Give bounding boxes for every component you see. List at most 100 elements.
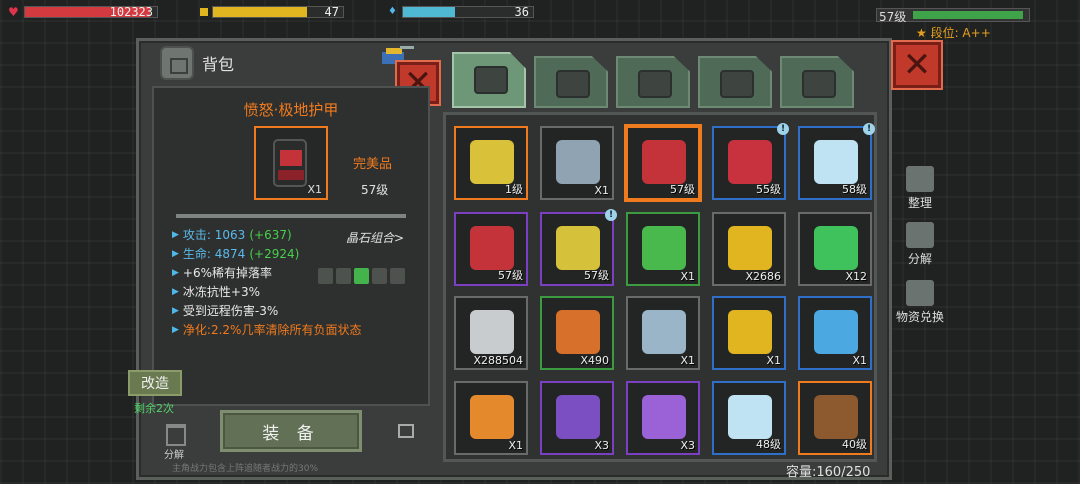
set-piece-icon bbox=[372, 268, 387, 284]
tab-misc[interactable] bbox=[780, 56, 854, 108]
sort-icon bbox=[906, 166, 934, 192]
inventory-slot[interactable]: X490 bbox=[540, 296, 614, 370]
inventory-slot[interactable]: X1 bbox=[540, 126, 614, 200]
inventory-slot[interactable]: 57级 bbox=[626, 126, 700, 200]
inventory-slot[interactable]: X1 bbox=[712, 296, 786, 370]
inventory-slot[interactable]: 57级! bbox=[540, 209, 617, 286]
set-pieces bbox=[318, 268, 405, 284]
capacity: 容量:160/250 bbox=[786, 465, 871, 480]
tab-material[interactable] bbox=[616, 56, 690, 108]
close-icon: ✕ bbox=[902, 45, 932, 85]
blade-icon bbox=[814, 140, 858, 184]
inventory-slot[interactable]: X1 bbox=[626, 296, 700, 370]
slot-count: X490 bbox=[580, 354, 609, 367]
slot-count: X288504 bbox=[473, 354, 523, 367]
rifle-icon bbox=[814, 395, 858, 439]
dismantle-icon bbox=[906, 222, 934, 248]
set-piece-icon bbox=[336, 268, 351, 284]
inventory-slot[interactable]: X1 bbox=[626, 212, 700, 286]
shield-bar: ♦ 36 bbox=[388, 5, 534, 19]
slot-count: 58级 bbox=[842, 183, 867, 196]
hp-bar-track: 102323 bbox=[24, 5, 158, 19]
inventory-slot[interactable]: 55级! bbox=[712, 123, 789, 200]
panel-close-button[interactable]: ✕ bbox=[893, 42, 941, 88]
purple-crate-icon bbox=[556, 395, 600, 439]
exp-badge-icon bbox=[556, 140, 600, 184]
inventory-slot[interactable]: X12 bbox=[798, 212, 872, 286]
shield-bar-fill bbox=[403, 7, 455, 17]
dismantle-button[interactable]: 分解 bbox=[896, 222, 944, 267]
footnote: 主角战力包含上阵追随者战力的30% bbox=[172, 464, 319, 474]
modify-button[interactable]: 改造 bbox=[128, 370, 182, 396]
bag-title: 背包 bbox=[202, 55, 235, 74]
triangle-icon: ▶ bbox=[172, 306, 179, 316]
triangle-icon: ▶ bbox=[172, 249, 179, 259]
blade-icon bbox=[728, 395, 772, 439]
exchange-button[interactable]: 物资兑换 bbox=[896, 280, 944, 325]
stat-attack: ▶ 攻击: 1063 (+637) bbox=[172, 226, 361, 245]
shield-bar-track: 36 bbox=[402, 5, 534, 19]
inventory-slot[interactable]: X1 bbox=[798, 296, 872, 370]
stat-freeze-res: ▶ 冰冻抗性+3% bbox=[172, 283, 361, 302]
tab-weapon[interactable] bbox=[698, 56, 772, 108]
red-jacket-icon bbox=[728, 140, 772, 184]
gold-coin-icon bbox=[728, 226, 772, 270]
level-bar-fill bbox=[913, 11, 1023, 19]
inventory-slot[interactable]: X3 bbox=[540, 381, 614, 455]
new-badge-icon: ! bbox=[777, 123, 789, 135]
energy-bar-fill bbox=[213, 7, 307, 17]
slot-count: 57级 bbox=[498, 269, 523, 282]
tab-medkit[interactable] bbox=[534, 56, 608, 108]
inventory-slot[interactable]: X288504 bbox=[454, 296, 528, 370]
item-level: 57级 bbox=[361, 183, 389, 197]
energy-value: 47 bbox=[324, 5, 339, 19]
item-qty: X1 bbox=[307, 183, 322, 196]
blaster-icon bbox=[556, 226, 600, 270]
backpack-icon bbox=[160, 46, 194, 80]
inventory-slot[interactable]: X2686 bbox=[712, 212, 786, 286]
slot-count: X2686 bbox=[745, 270, 781, 283]
selected-item-slot: X1 bbox=[254, 126, 328, 200]
inventory-slot[interactable]: 1级 bbox=[454, 126, 528, 200]
backpack-icon bbox=[470, 226, 514, 270]
inventory-slot[interactable]: 40级 bbox=[798, 381, 872, 455]
backpack-icon bbox=[474, 66, 508, 94]
inventory-slot[interactable]: 58级! bbox=[798, 123, 875, 200]
stat-ranged-res: ▶ 受到远程伤害-3% bbox=[172, 302, 361, 321]
heart-icon: ♥ bbox=[8, 5, 19, 19]
hp-value: 102323 bbox=[109, 5, 153, 19]
stat-bonus: (+2924) bbox=[249, 247, 300, 261]
inventory-slot[interactable]: 48级 bbox=[712, 381, 786, 455]
wrench-icon bbox=[802, 70, 836, 98]
inventory-slot[interactable]: X3 bbox=[626, 381, 700, 455]
triangle-icon: ▶ bbox=[172, 268, 179, 278]
rank[interactable]: ★ 段位: A++ bbox=[916, 24, 991, 41]
stat-purify: ▶ 净化:2.2%几率清除所有负面状态 bbox=[172, 321, 361, 340]
stat-bonus: (+637) bbox=[249, 228, 292, 242]
equip-button[interactable]: 装 备 bbox=[220, 410, 362, 452]
new-badge-icon: ! bbox=[863, 123, 875, 135]
exchange-icon bbox=[906, 280, 934, 306]
triangle-icon: ▶ bbox=[172, 325, 179, 335]
item-quality: 完美品 bbox=[353, 157, 393, 172]
triangle-icon: ▶ bbox=[172, 230, 179, 240]
lock-icon[interactable] bbox=[398, 424, 414, 438]
inventory-slot[interactable]: 57级 bbox=[454, 212, 528, 286]
tab-backpack[interactable] bbox=[452, 52, 526, 108]
dismantle-side-label: 分解 bbox=[907, 252, 932, 266]
shield-value: 36 bbox=[514, 5, 529, 19]
stat-label: 冰冻抗性+3% bbox=[182, 285, 261, 299]
inventory-slot[interactable]: X1 bbox=[454, 381, 528, 455]
silver-coin-icon bbox=[470, 310, 514, 354]
trash-icon[interactable] bbox=[166, 424, 186, 446]
set-piece-icon bbox=[354, 268, 369, 284]
hp-bar: ♥ 102323 bbox=[8, 5, 158, 19]
sort-button[interactable]: 整理 bbox=[896, 166, 944, 211]
exp-badge-icon bbox=[728, 310, 772, 354]
cocktail-icon bbox=[814, 226, 858, 270]
slot-count: 57级 bbox=[584, 269, 609, 282]
slot-count: X1 bbox=[766, 354, 781, 367]
map-icon bbox=[642, 310, 686, 354]
new-badge-icon: ! bbox=[605, 209, 617, 221]
stat-label: 净化:2.2%几率清除所有负面状态 bbox=[182, 323, 362, 337]
